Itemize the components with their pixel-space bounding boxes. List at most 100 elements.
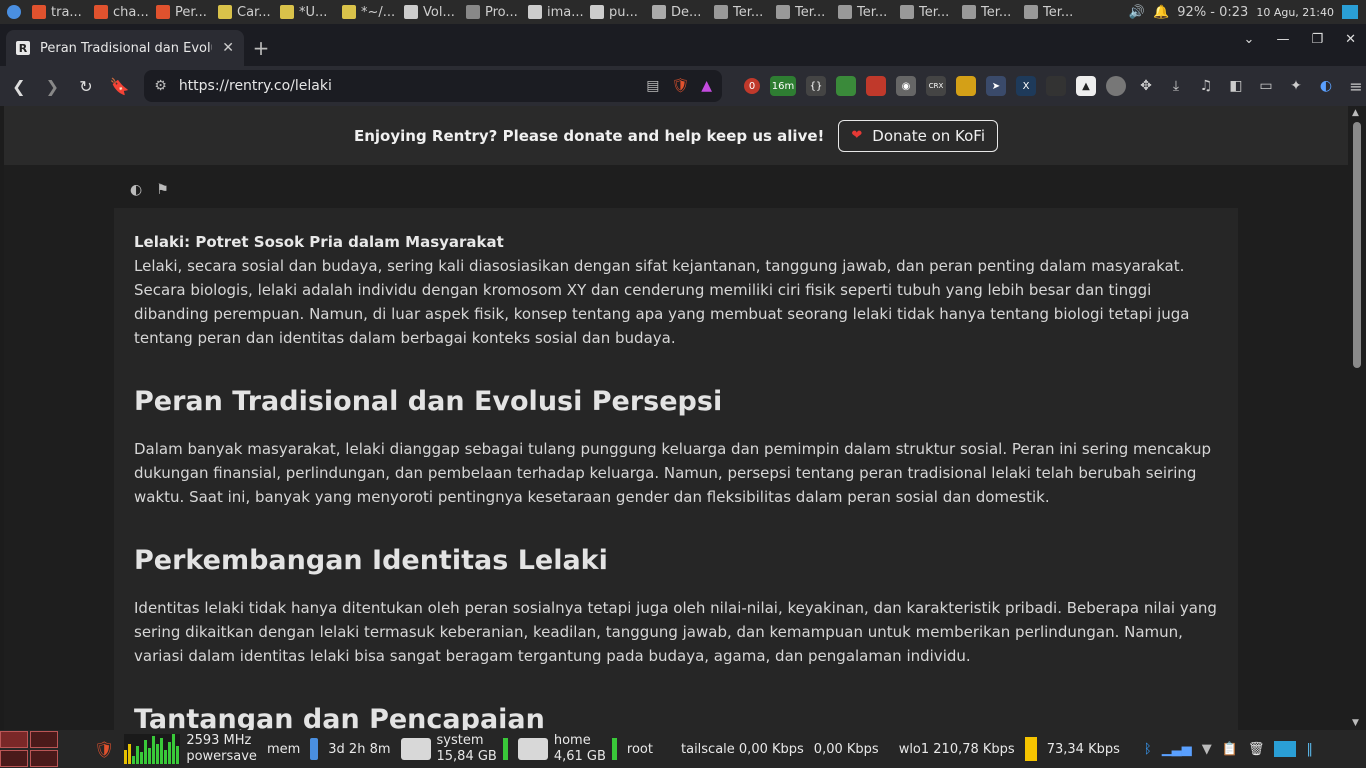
taskbar-item[interactable]: Ter...: [1020, 0, 1082, 24]
taskbar-item[interactable]: ima...: [524, 0, 586, 24]
page-tools: ◐ ⚑: [130, 182, 169, 198]
cpu-governor: powersave: [186, 749, 257, 764]
address-bar[interactable]: ⚙ https://rentry.co/lelaki ▤ 🛡 ▲: [144, 70, 722, 102]
puzzle-icon[interactable]: ✥: [1136, 76, 1156, 96]
taskbar-item[interactable]: *U...: [276, 0, 338, 24]
download-icon[interactable]: ⤓: [1166, 76, 1186, 96]
workspace-2[interactable]: [30, 731, 58, 748]
app-launcher-button[interactable]: [0, 0, 28, 24]
theme-toggle-icon[interactable]: ◐: [130, 182, 142, 198]
extension-icon-dark[interactable]: [1046, 76, 1066, 96]
scrollbar-thumb[interactable]: [1353, 122, 1361, 368]
screen-icon[interactable]: [1274, 741, 1297, 757]
extension-icon-yellow[interactable]: [956, 76, 976, 96]
memory-label: mem: [266, 741, 301, 757]
workspace-3[interactable]: [0, 750, 28, 767]
donate-kofi-button[interactable]: ❤ Donate on KoFi: [838, 119, 999, 152]
taskbar-item[interactable]: Ter...: [958, 0, 1020, 24]
get-crx-icon[interactable]: CRX: [926, 76, 946, 96]
extension-icon-circle[interactable]: [1106, 76, 1126, 96]
taskbar-item[interactable]: Ter...: [710, 0, 772, 24]
taskbar-item[interactable]: *~/...: [338, 0, 400, 24]
close-window-button[interactable]: ✕: [1345, 32, 1356, 47]
workspace-pager[interactable]: [0, 731, 58, 767]
new-tab-button[interactable]: +: [244, 30, 278, 66]
section-heading: Tantangan dan Pencapaian: [134, 704, 545, 730]
back-button[interactable]: ❮: [4, 71, 34, 101]
sidebar-icon[interactable]: ◧: [1226, 76, 1246, 96]
taskbar-item[interactable]: De...: [648, 0, 710, 24]
extension-badge-icon[interactable]: 0: [744, 78, 760, 94]
close-tab-icon[interactable]: ✕: [222, 40, 234, 56]
site-info-icon[interactable]: ⚙: [154, 78, 167, 94]
cpu-graph: [124, 734, 181, 764]
panel-handle-icon[interactable]: ‖: [1306, 742, 1313, 757]
extension-timer-icon[interactable]: 16m: [770, 76, 796, 96]
disk-usage-bar: [611, 738, 617, 760]
media-icon[interactable]: ♫: [1196, 76, 1216, 96]
wallet-icon[interactable]: ▭: [1256, 76, 1276, 96]
content-card: Lelaki: Potret Sosok Pria dalam Masyarak…: [114, 208, 1238, 730]
trash-icon[interactable]: 🗑: [1248, 742, 1265, 757]
workspace-4[interactable]: [30, 750, 58, 767]
brave-launcher-icon[interactable]: 🛡: [94, 740, 114, 759]
extension-icon-triangle[interactable]: ▲: [1076, 76, 1096, 96]
network-signal-icon[interactable]: ▁▃▅: [1162, 742, 1192, 757]
taskbar-item[interactable]: Car...: [214, 0, 276, 24]
minimize-button[interactable]: —: [1276, 32, 1289, 47]
app-icon: [156, 5, 170, 19]
profile-icon[interactable]: ◐: [1316, 76, 1336, 96]
bluetooth-icon[interactable]: ᛒ: [1144, 742, 1152, 757]
cursor-extension-icon[interactable]: ➤: [986, 76, 1006, 96]
taskbar-item[interactable]: Pro...: [462, 0, 524, 24]
system-tray: 🔊 🔔 92% - 0:23 10 Agu, 21:40: [1129, 0, 1366, 24]
taskbar-item-label: Vol...: [423, 4, 455, 20]
taskbar-item[interactable]: cha...: [90, 0, 152, 24]
forward-button[interactable]: ❯: [38, 71, 68, 101]
system-bottom-panel: 🛡 2593 MHz powersave mem 3d 2h 8m system…: [0, 730, 1366, 768]
notification-bell-icon[interactable]: 🔔: [1153, 5, 1169, 20]
clipboard-icon[interactable]: 📋: [1222, 742, 1238, 757]
page-scrollbar[interactable]: ▲ ▼: [1348, 106, 1366, 730]
app-icon: [342, 5, 356, 19]
brave-shields-icon[interactable]: 🛡: [671, 78, 689, 94]
extension-icon-blue[interactable]: X: [1016, 76, 1036, 96]
taskbar-item[interactable]: Per...: [152, 0, 214, 24]
workspace-1[interactable]: [0, 731, 28, 748]
app-icon: [652, 5, 666, 19]
tab-search-chevron-icon[interactable]: ⌄: [1244, 32, 1255, 47]
clock[interactable]: 10 Agu, 21:40: [1256, 6, 1334, 19]
taskbar-item-label: Pro...: [485, 4, 518, 20]
volume-icon[interactable]: 🔊: [1129, 5, 1145, 20]
extension-icon-green[interactable]: [836, 76, 856, 96]
maximize-button[interactable]: ❐: [1311, 32, 1323, 47]
app-icon: [590, 5, 604, 19]
menu-icon[interactable]: ≡: [1346, 76, 1366, 96]
reload-button[interactable]: ↻: [71, 71, 101, 101]
section-heading: Perkembangan Identitas Lelaki: [134, 545, 608, 576]
taskbar-item[interactable]: tra...: [28, 0, 90, 24]
camera-icon[interactable]: ◉: [896, 76, 916, 96]
reader-mode-icon[interactable]: ▤: [646, 78, 659, 94]
report-flag-icon[interactable]: ⚑: [156, 182, 169, 198]
wifi-icon[interactable]: ▼: [1202, 742, 1212, 757]
brave-rewards-icon[interactable]: ▲: [701, 78, 712, 94]
taskbar-item[interactable]: Vol...: [400, 0, 462, 24]
tab-active[interactable]: R Peran Tradisional dan Evolus ✕: [6, 30, 244, 66]
battery-status[interactable]: 92% - 0:23: [1177, 5, 1248, 20]
url-text[interactable]: https://rentry.co/lelaki: [179, 78, 634, 94]
show-desktop-icon[interactable]: [1342, 5, 1358, 19]
scroll-down-arrow-icon[interactable]: ▼: [1352, 718, 1359, 728]
taskbar-item[interactable]: Ter...: [834, 0, 896, 24]
json-extension-icon[interactable]: {}: [806, 76, 826, 96]
memory-bar: [310, 738, 319, 760]
app-icon: [714, 5, 728, 19]
extension-icon-red[interactable]: [866, 76, 886, 96]
taskbar-item[interactable]: Ter...: [772, 0, 834, 24]
taskbar-item[interactable]: Ter...: [896, 0, 958, 24]
leo-ai-icon[interactable]: ✦: [1286, 76, 1306, 96]
taskbar-item[interactable]: pu...: [586, 0, 648, 24]
bookmark-icon[interactable]: 🔖: [105, 71, 135, 101]
scroll-up-arrow-icon[interactable]: ▲: [1352, 108, 1359, 118]
wlan-up-speed: 73,34 Kbps: [1046, 741, 1120, 757]
